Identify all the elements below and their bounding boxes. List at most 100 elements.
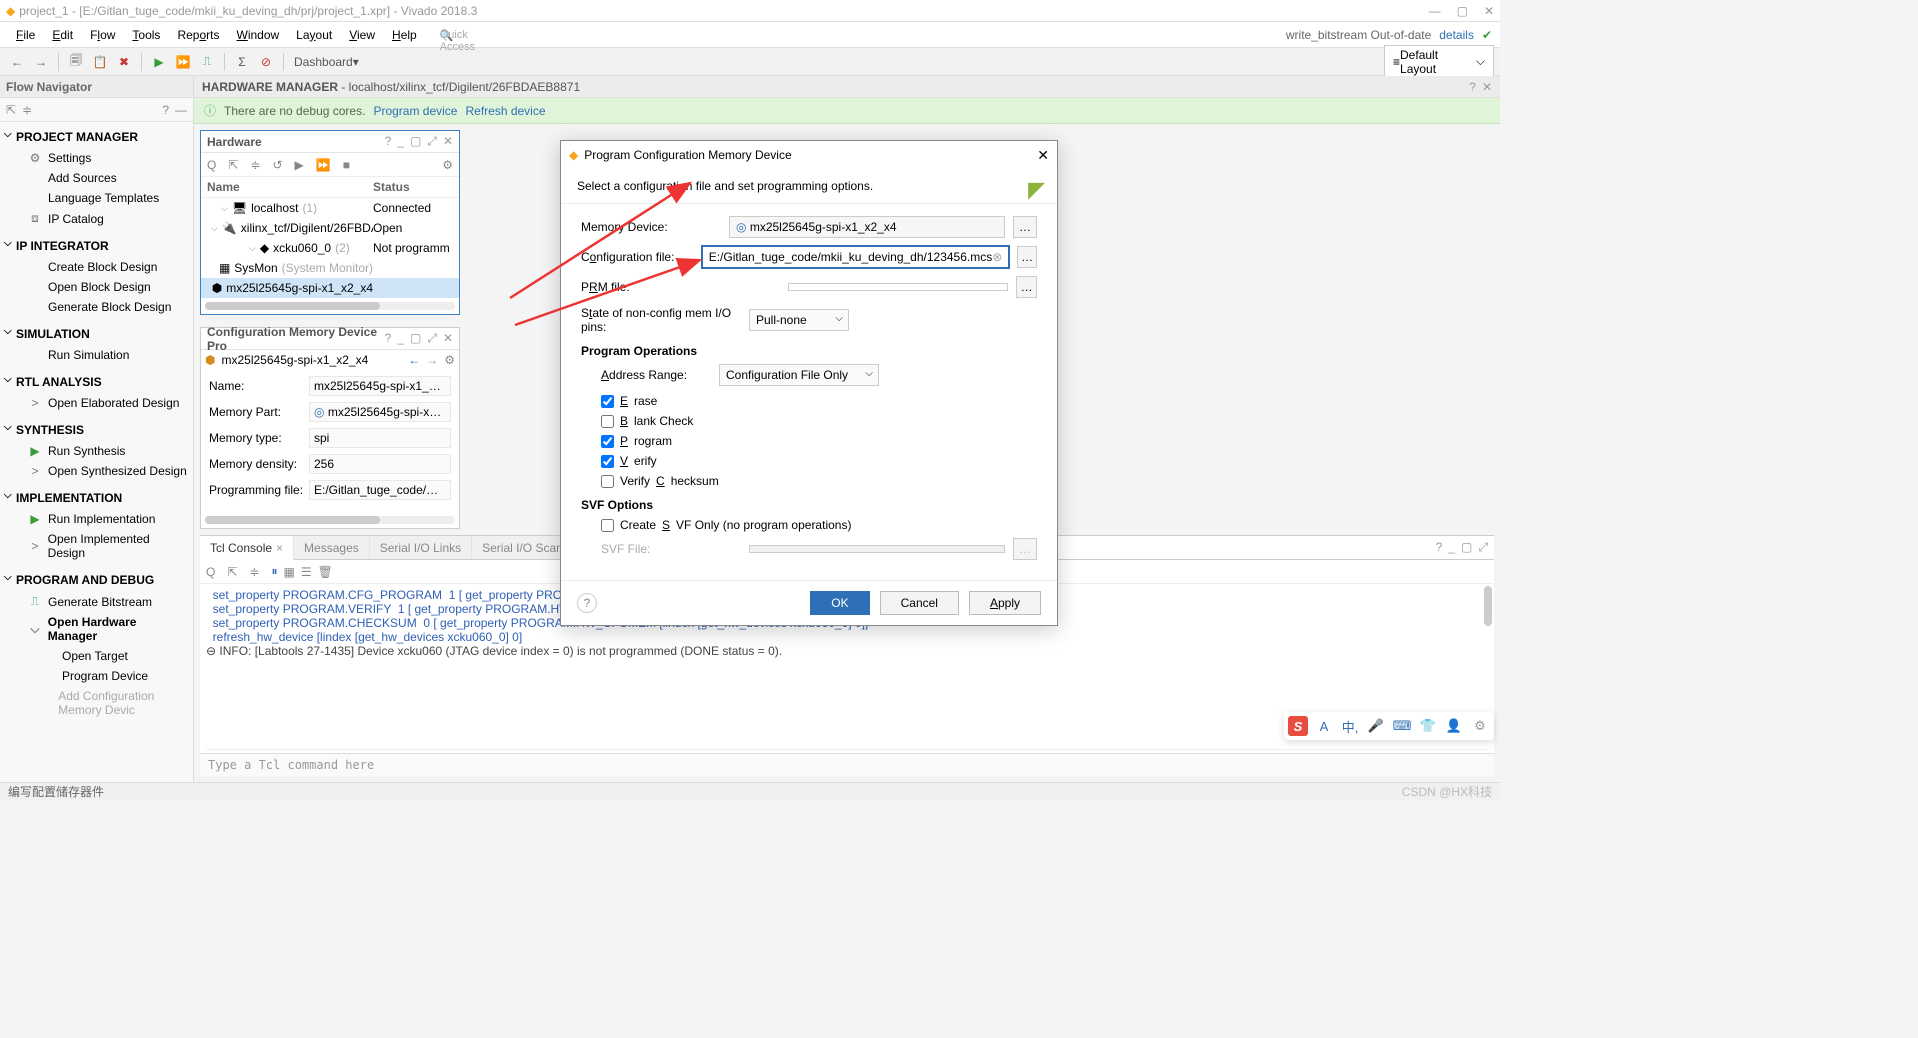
flow-navigator: Flow Navigator ⇱ ≑ ? — PROJECT MANAGER⚙S… — [0, 76, 194, 782]
svf-only-checkbox[interactable]: Create SVF Only (no program operations) — [601, 518, 1037, 532]
browse-memory-device-button[interactable]: … — [1013, 216, 1037, 238]
menu-view[interactable]: View — [341, 25, 383, 45]
hw-tree-row[interactable]: ▦SysMon(System Monitor) — [201, 258, 459, 278]
layout-combo[interactable]: ≡ Default Layout⌵ — [1384, 45, 1494, 79]
erase-checkbox[interactable]: Erase — [601, 394, 1037, 408]
nav-item[interactable]: Add Sources — [2, 168, 191, 188]
dashboard-button[interactable]: Dashboard ▾ — [290, 51, 363, 73]
menu-flow[interactable]: Flow — [82, 25, 123, 45]
vscrollbar[interactable] — [1484, 586, 1492, 626]
console-tab[interactable]: Tcl Console × — [200, 536, 294, 560]
cancel-button[interactable]: Cancel — [880, 591, 959, 615]
nav-item[interactable]: Program Device — [2, 666, 191, 686]
expand-icon[interactable]: ≑ — [22, 103, 32, 117]
blankcheck-checkbox[interactable]: Blank Check — [601, 414, 1037, 428]
nav-item[interactable]: >Open Synthesized Design — [2, 461, 191, 481]
hscrollbar[interactable] — [205, 516, 455, 524]
panel-gear-icon[interactable]: ⚙ — [442, 158, 453, 172]
nav-item[interactable]: Open Target — [2, 646, 191, 666]
nav-section-implementation[interactable]: IMPLEMENTATION — [2, 487, 191, 509]
close-icon[interactable]: ✕ — [1484, 4, 1494, 18]
memory-device-field: ◎ mx25l25645g-spi-x1_x2_x4 — [729, 216, 1005, 238]
help-icon[interactable]: ? — [162, 103, 169, 117]
save-icon[interactable]: ✖ — [113, 51, 135, 73]
menu-file[interactable]: File — [8, 25, 43, 45]
panel-close-icon[interactable]: ✕ — [1482, 80, 1492, 94]
verify-checkbox[interactable]: Verify — [601, 454, 1037, 468]
sogou-float-toolbar[interactable]: S A 中, 🎤 ⌨ 👕 👤 ⚙ — [1284, 712, 1494, 740]
details-link[interactable]: details — [1439, 28, 1474, 42]
menu-window[interactable]: Window — [228, 25, 287, 45]
menu-reports[interactable]: Reports — [169, 25, 227, 45]
checksum-checkbox[interactable]: Verify Checksum — [601, 474, 1037, 488]
nav-item[interactable]: Create Block Design — [2, 257, 191, 277]
maximize-icon[interactable]: ▢ — [1457, 4, 1468, 18]
nav-item[interactable]: ⌵Open Hardware Manager — [2, 612, 191, 646]
nav-item[interactable]: ▶Run Implementation — [2, 509, 191, 529]
ok-button[interactable]: OK — [810, 591, 869, 615]
nav-item[interactable]: >Open Elaborated Design — [2, 393, 191, 413]
xilinx-logo-icon: ◤ — [1028, 177, 1045, 203]
menu-layout[interactable]: Layout — [288, 25, 340, 45]
panel-help2-icon[interactable]: ? — [385, 134, 392, 149]
nav-item[interactable]: ⧈IP Catalog — [2, 208, 191, 229]
browse-prm-file-button[interactable]: … — [1016, 276, 1037, 298]
nav-section-ip-integrator[interactable]: IP INTEGRATOR — [2, 235, 191, 257]
back-icon[interactable]: ← — [6, 51, 28, 73]
nav-section-rtl-analysis[interactable]: RTL ANALYSIS — [2, 371, 191, 393]
io-state-combo[interactable]: Pull-none — [749, 309, 849, 331]
nav-item[interactable]: ⎍Generate Bitstream — [2, 591, 191, 612]
run-all-icon[interactable]: ⏩ — [172, 51, 194, 73]
browse-config-file-button[interactable]: … — [1017, 246, 1037, 268]
menu-tools[interactable]: Tools — [124, 25, 168, 45]
copy-icon[interactable]: 🗐 — [65, 51, 87, 73]
panel-help-icon[interactable]: ? — [1469, 80, 1476, 94]
program-device-link[interactable]: Program device — [373, 104, 457, 118]
menu-help[interactable]: Help — [384, 25, 425, 45]
pin-icon[interactable]: — — [175, 103, 187, 117]
hw-tree-row[interactable]: ⌵◆xcku060_0(2)Not programm — [201, 238, 459, 258]
collapse-icon[interactable]: ⇱ — [6, 103, 16, 117]
nav-section-program-and-debug[interactable]: PROGRAM AND DEBUG — [2, 569, 191, 591]
nav-item[interactable]: Run Simulation — [2, 345, 191, 365]
refresh-device-link[interactable]: Refresh device — [465, 104, 545, 118]
dialog-help-button[interactable]: ? — [577, 593, 597, 613]
hw-tree-row[interactable]: ⌵🔌xilinx_tcf/Digilent/26FBDAEB8…Open — [201, 218, 459, 238]
tcl-input[interactable]: Type a Tcl command here — [200, 753, 1494, 776]
nav-item[interactable]: Language Templates — [2, 188, 191, 208]
program-checkbox[interactable]: Program — [601, 434, 1037, 448]
nav-item[interactable]: Add Configuration Memory Devic — [2, 686, 191, 720]
apply-button[interactable]: Apply — [969, 591, 1041, 615]
nav-section-project-manager[interactable]: PROJECT MANAGER — [2, 126, 191, 148]
menu-edit[interactable]: Edit — [44, 25, 81, 45]
nav-item[interactable]: >Open Implemented Design — [2, 529, 191, 563]
cancel-icon[interactable]: ⊘ — [255, 51, 277, 73]
nav-item[interactable]: Generate Block Design — [2, 297, 191, 317]
paste-icon[interactable]: 📋 — [89, 51, 111, 73]
nav-item[interactable]: ⚙Settings — [2, 148, 191, 168]
nav-section-synthesis[interactable]: SYNTHESIS — [2, 419, 191, 441]
config-file-field[interactable]: E:/Gitlan_tuge_code/mkii_ku_deving_dh/12… — [702, 246, 1010, 268]
dialog-close-icon[interactable]: ✕ — [1037, 147, 1049, 164]
minimize-icon[interactable]: — — [1429, 4, 1441, 18]
search-icon[interactable]: Q — [207, 158, 216, 172]
hw-tree-row[interactable]: ⌵🖥localhost(1)Connected — [201, 198, 459, 218]
forward-icon[interactable]: → — [30, 51, 52, 73]
gear-icon[interactable]: ⚙ — [444, 353, 455, 367]
next-icon[interactable]: → — [426, 353, 438, 367]
hw-tree-row[interactable]: ⬢mx25l25645g-spi-x1_x2_x4 — [201, 278, 459, 298]
bitstream-icon[interactable]: ⎍ — [196, 51, 218, 73]
prev-icon[interactable]: ← — [408, 353, 420, 367]
nav-item[interactable]: Open Block Design — [2, 277, 191, 297]
console-tab[interactable]: Serial I/O Links — [370, 536, 472, 559]
sum-icon[interactable]: Σ — [231, 51, 253, 73]
quick-access[interactable]: 🔍 Quick Access — [436, 28, 446, 42]
address-range-combo[interactable]: Configuration File Only — [719, 364, 879, 386]
nav-section-simulation[interactable]: SIMULATION — [2, 323, 191, 345]
console-tab[interactable]: Messages — [294, 536, 370, 559]
sogou-logo-icon[interactable]: S — [1288, 716, 1308, 736]
nav-item[interactable]: ▶Run Synthesis — [2, 441, 191, 461]
hscrollbar[interactable] — [205, 302, 455, 310]
prm-file-field[interactable] — [788, 283, 1008, 291]
run-icon[interactable]: ▶ — [148, 51, 170, 73]
